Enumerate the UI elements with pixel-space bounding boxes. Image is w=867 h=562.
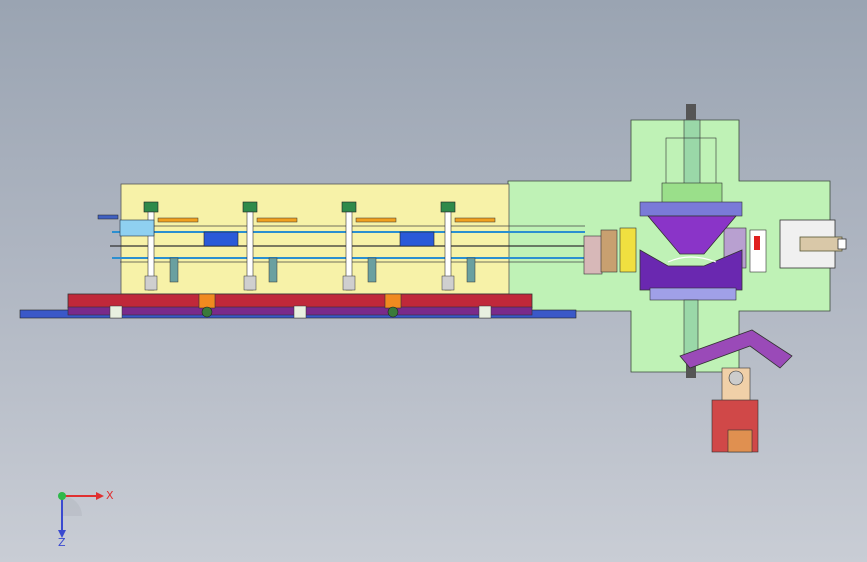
rail-block-2 [384,293,402,309]
feeder-head [119,219,155,237]
feeder-arm [97,214,119,220]
rail-block-1 [198,293,216,309]
y-axis-dot [58,492,66,500]
x-axis-label: X [106,489,114,502]
motor-block-2 [399,231,435,247]
x-axis-head [96,492,104,500]
motor-block-1 [203,231,239,247]
z-axis-label: Z [58,536,66,548]
cad-viewport[interactable]: X Z [0,0,867,562]
ejector-cylinder [799,236,843,252]
triad-quadrant [62,496,82,516]
assembly-model[interactable] [0,0,867,562]
coordinate-triad[interactable]: X Z [40,478,120,548]
ejector-tip [837,238,847,250]
